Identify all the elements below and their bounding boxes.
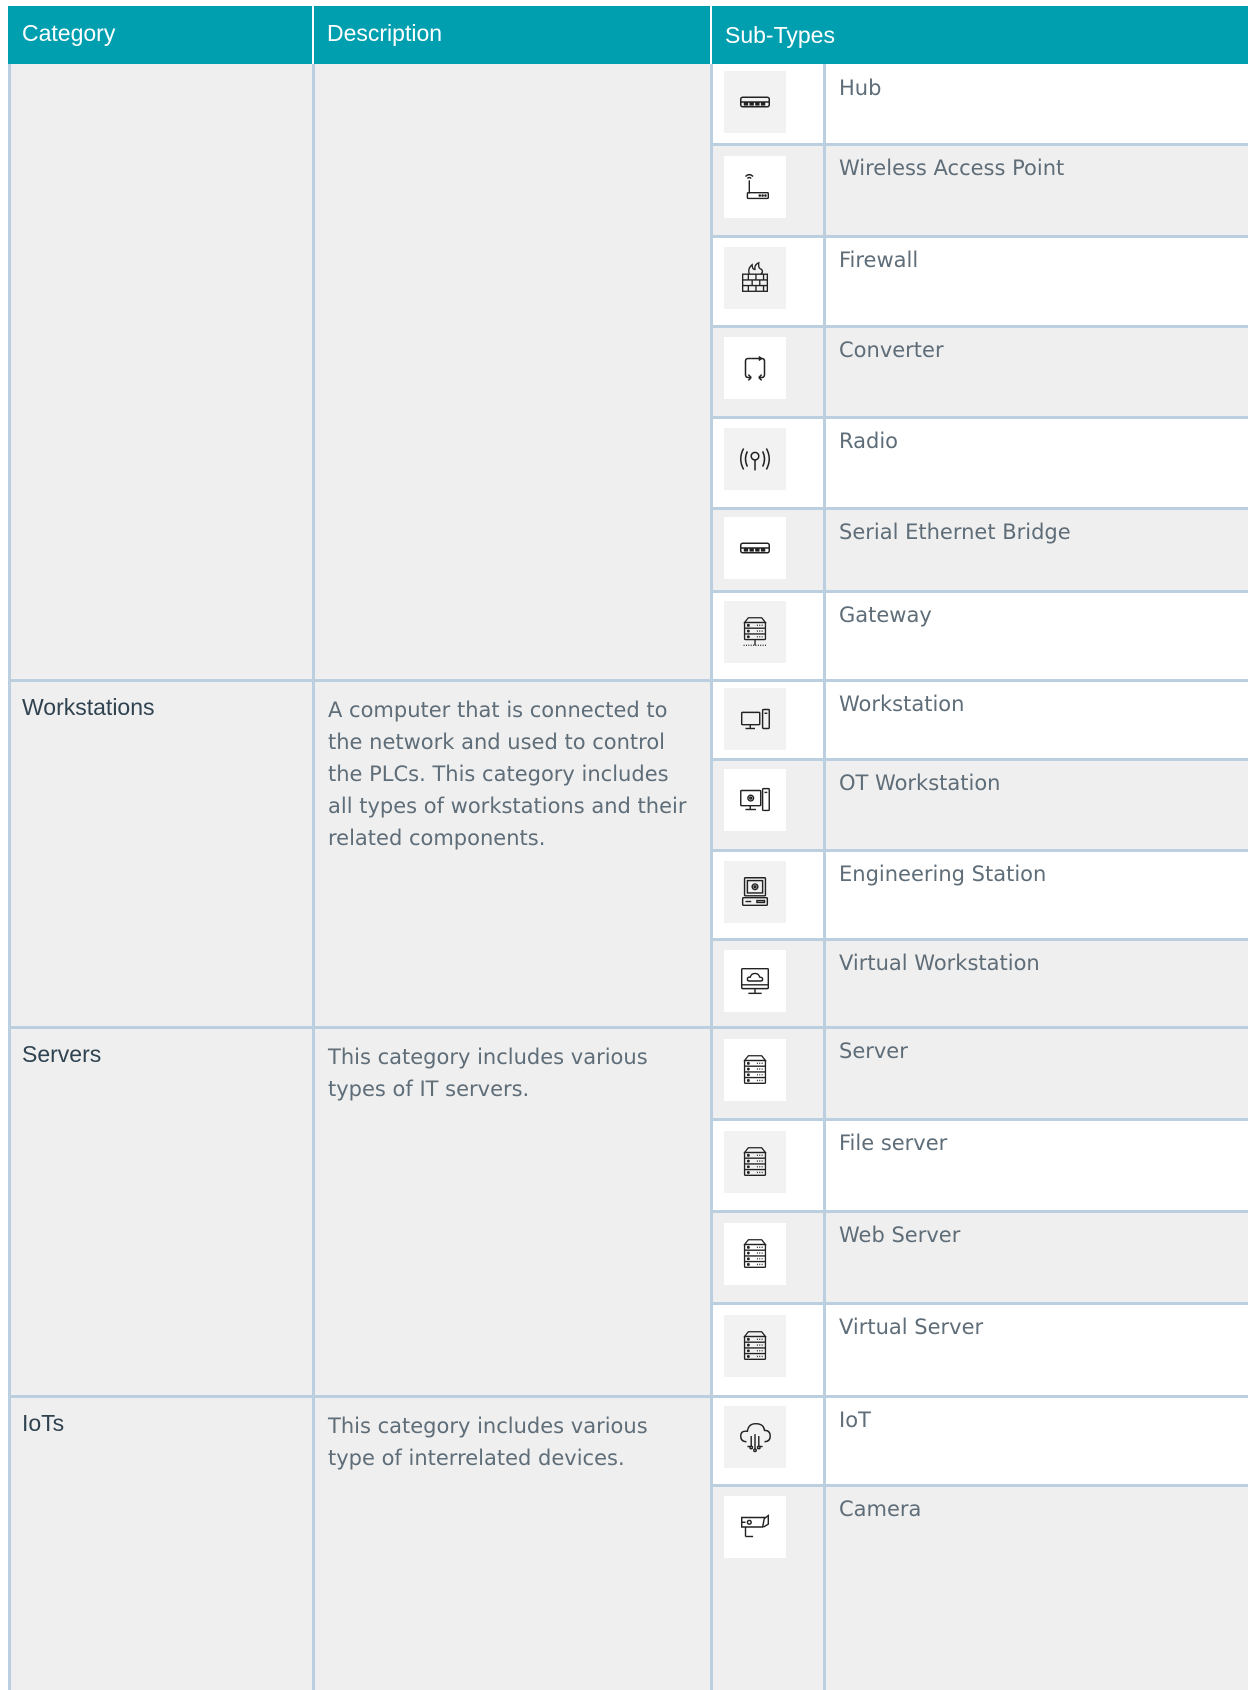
- subtype-label: Hub: [839, 76, 882, 100]
- header-divider: [312, 6, 314, 64]
- hub-icon: [724, 71, 786, 133]
- workstation-icon: [724, 688, 786, 750]
- grid-line: [711, 849, 1248, 852]
- grid-line: [711, 325, 1248, 328]
- subtype-row: Engineering Station: [711, 850, 1248, 939]
- grid-line: [8, 1026, 711, 1029]
- subtype-label: Server: [839, 1039, 908, 1063]
- description-cell: A computer that is connected to the netw…: [313, 680, 711, 1027]
- file-server-icon: [724, 1131, 786, 1193]
- grid-line: [711, 507, 1248, 510]
- grid-line: [711, 235, 1248, 238]
- subtype-label: Virtual Server: [839, 1315, 984, 1339]
- serial-ethernet-bridge-icon: [724, 517, 786, 579]
- subtype-row: Virtual Server: [711, 1303, 1248, 1396]
- subtypes-table: Category Description Sub-Types Workstati…: [8, 6, 1248, 1690]
- subtype-label: IoT: [839, 1408, 871, 1432]
- header-subtypes: Sub-Types: [711, 6, 1248, 64]
- category-cell: Servers: [8, 1027, 313, 1396]
- subtype-row: Camera: [711, 1485, 1248, 1690]
- subtype-label: Workstation: [839, 692, 965, 716]
- description-text: A computer that is connected to the netw…: [328, 698, 687, 850]
- subtype-label: Radio: [839, 429, 899, 453]
- subtype-row: Hub: [711, 64, 1248, 144]
- subtype-row: IoT: [711, 1396, 1248, 1485]
- header-subtypes-label: Sub-Types: [725, 22, 835, 48]
- subtype-label: Virtual Workstation: [839, 951, 1040, 975]
- grid-line: [711, 758, 1248, 761]
- subtype-row: Workstation: [711, 680, 1248, 759]
- description-text: This category includes various type of i…: [328, 1414, 648, 1470]
- subtype-row: Serial Ethernet Bridge: [711, 508, 1248, 591]
- virtual-server-icon: [724, 1315, 786, 1377]
- camera-icon: [724, 1496, 786, 1558]
- virtual-workstation-icon: [724, 950, 786, 1012]
- grid-line: [8, 1395, 711, 1398]
- subtype-label: Web Server: [839, 1223, 961, 1247]
- grid-line: [711, 1395, 1248, 1398]
- subtype-row: Firewall: [711, 236, 1248, 326]
- grid-line: [711, 679, 1248, 682]
- grid-line: [710, 64, 713, 1690]
- subtype-label: OT Workstation: [839, 771, 1001, 795]
- wireless-access-point-icon: [724, 156, 786, 218]
- grid-line: [711, 1302, 1248, 1305]
- grid-line: [8, 64, 11, 1690]
- subtype-row: Virtual Workstation: [711, 939, 1248, 1027]
- subtype-row: Wireless Access Point: [711, 144, 1248, 236]
- firewall-icon: [724, 247, 786, 309]
- subtype-label: Camera: [839, 1497, 922, 1521]
- header-description: Description: [313, 6, 711, 64]
- subtype-label: Gateway: [839, 603, 932, 627]
- grid-line: [711, 590, 1248, 593]
- subtype-label: Engineering Station: [839, 862, 1047, 886]
- web-server-icon: [724, 1223, 786, 1285]
- subtype-row: Converter: [711, 326, 1248, 417]
- subtype-label: Wireless Access Point: [839, 156, 1065, 180]
- subtype-label: File server: [839, 1131, 948, 1155]
- subtype-label: Firewall: [839, 248, 919, 272]
- subtype-row: File server: [711, 1119, 1248, 1211]
- grid-line: [312, 64, 315, 1690]
- description-cell: This category includes various type of i…: [313, 1396, 711, 1690]
- grid-line: [711, 1026, 1248, 1029]
- category-label: IoTs: [22, 1410, 65, 1436]
- subtype-row: Radio: [711, 417, 1248, 508]
- gateway-icon: [724, 601, 786, 663]
- iot-icon: [724, 1406, 786, 1468]
- subtype-label: Converter: [839, 338, 944, 362]
- subtype-row: Gateway: [711, 591, 1248, 680]
- ot-workstation-icon: [724, 769, 786, 831]
- subtype-row: Server: [711, 1027, 1248, 1119]
- header-category: Category: [8, 6, 313, 64]
- grid-line: [711, 1210, 1248, 1213]
- description-cell: [313, 64, 711, 680]
- header-category-label: Category: [22, 20, 116, 46]
- category-label: Workstations: [22, 694, 155, 720]
- category-cell: [8, 64, 313, 680]
- grid-line: [711, 1118, 1248, 1121]
- radio-icon: [724, 428, 786, 490]
- category-cell: IoTs: [8, 1396, 313, 1690]
- subtype-label: Serial Ethernet Bridge: [839, 520, 1071, 544]
- description-text: This category includes various types of …: [328, 1045, 648, 1101]
- grid-line: [711, 938, 1248, 941]
- converter-icon: [724, 337, 786, 399]
- description-cell: This category includes various types of …: [313, 1027, 711, 1396]
- subtype-row: Web Server: [711, 1211, 1248, 1303]
- grid-line: [711, 1484, 1248, 1487]
- category-cell: Workstations: [8, 680, 313, 1027]
- grid-line: [711, 143, 1248, 146]
- server-icon: [724, 1039, 786, 1101]
- engineering-station-icon: [724, 861, 786, 923]
- category-label: Servers: [22, 1041, 102, 1067]
- header-description-label: Description: [327, 20, 443, 46]
- subtype-row: OT Workstation: [711, 759, 1248, 850]
- grid-line: [8, 679, 711, 682]
- header-divider: [710, 6, 712, 64]
- grid-line: [711, 416, 1248, 419]
